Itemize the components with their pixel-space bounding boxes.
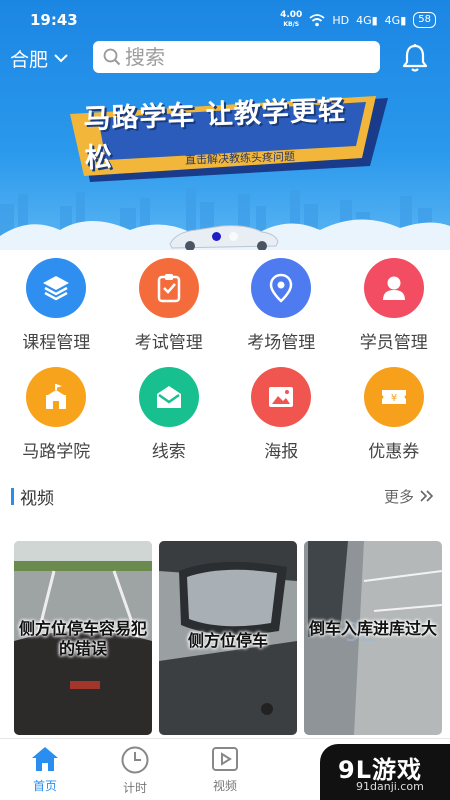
chevron-down-icon [54,53,68,62]
grid-label: 考试管理 [134,333,203,353]
grid-label: 学员管理 [359,333,428,353]
clipboard-icon [138,258,199,318]
envelope-icon [138,367,199,427]
banner-pager [0,232,450,241]
more-link[interactable]: 更多 [384,486,434,507]
grid-label: 课程管理 [22,333,91,353]
grid-label: 海报 [264,442,299,462]
location-pin-icon [251,258,312,318]
section-title: 视频 [20,488,54,509]
grid-item-leads[interactable]: 线索 [113,367,226,462]
grid-label: 优惠券 [368,442,420,462]
user-icon [363,258,424,318]
video-caption: 侧方位停车 [187,631,268,650]
section-accent-bar [11,487,14,505]
net-speed: 4.00 KB/S [280,10,303,29]
city-selector[interactable]: 合肥 [10,45,90,72]
wifi-icon [309,13,325,26]
grid-item-course[interactable]: 课程管理 [0,258,113,353]
school-icon [26,367,87,427]
watermark-url: 91danji.com [356,780,424,793]
grid-item-coupon[interactable]: ¥ 优惠券 [338,367,450,462]
grid-item-venue[interactable]: 考场管理 [225,258,338,353]
layers-icon [26,258,87,318]
tab-video[interactable]: 视频 [180,739,270,800]
battery-indicator: 58 [413,12,436,28]
svg-text:¥: ¥ [391,393,397,404]
bell-icon[interactable] [401,43,429,73]
tab-label: 首页 [32,779,57,793]
tab-label: 视频 [212,779,237,793]
banner-title: 马路学车 让教学更轻松 [82,94,347,174]
city-label: 合肥 [10,48,49,71]
grid-label: 线索 [151,442,186,462]
pager-dot-active[interactable] [212,232,221,241]
header-banner: 19:43 4.00 KB/S HD 4G▮ 4G▮ 58 合肥 搜索 马路学车… [0,0,450,250]
tab-timer[interactable]: 计时 [90,739,180,800]
search-bar[interactable] [93,41,380,73]
tab-label: 计时 [122,781,147,795]
video-card[interactable]: 侧方位停车 [159,541,297,735]
search-input[interactable] [125,45,365,69]
video-section-header: 视频 更多 [0,478,450,514]
grid-item-exam[interactable]: 考试管理 [113,258,226,353]
video-card[interactable]: 9L 倒车入库进库过大 [304,541,442,735]
video-caption: 倒车入库进库过大 [308,619,437,638]
grid-label: 马路学院 [22,442,91,462]
hd-indicator: HD [332,13,350,27]
video-card[interactable]: 侧方位停车容易犯的错误 [14,541,152,735]
clock-icon [121,746,149,774]
signal-4g-1: 4G▮ [356,13,378,27]
signal-4g-2: 4G▮ [384,13,407,27]
double-chevron-right-icon [420,490,434,502]
coupon-icon: ¥ [363,367,424,427]
site-watermark: 9L游戏 91danji.com [320,744,450,800]
search-icon [103,48,121,66]
grid-item-poster[interactable]: 海报 [225,367,338,462]
top-bar: 合肥 [0,40,450,76]
grid-item-academy[interactable]: 马路学院 [0,367,113,462]
grid-label: 考场管理 [247,333,316,353]
status-bar: 19:43 4.00 KB/S HD 4G▮ 4G▮ 58 [0,0,450,40]
pager-dot[interactable] [229,232,238,241]
play-icon [212,747,238,771]
status-time: 19:43 [30,11,78,29]
function-grid: 课程管理 考试管理 考场管理 学员管理 马路学院 线索 海报 ¥ 优惠券 [0,258,450,462]
video-caption: 侧方位停车容易犯的错误 [18,619,147,658]
tab-home[interactable]: 首页 [0,739,90,800]
video-list: 侧方位停车容易犯的错误 侧方位停车 9L 倒车入库进库过大 [14,541,450,735]
image-icon [251,367,312,427]
grid-item-students[interactable]: 学员管理 [338,258,450,353]
home-icon [32,747,58,771]
status-indicators: 4.00 KB/S HD 4G▮ 4G▮ 58 [280,11,436,29]
